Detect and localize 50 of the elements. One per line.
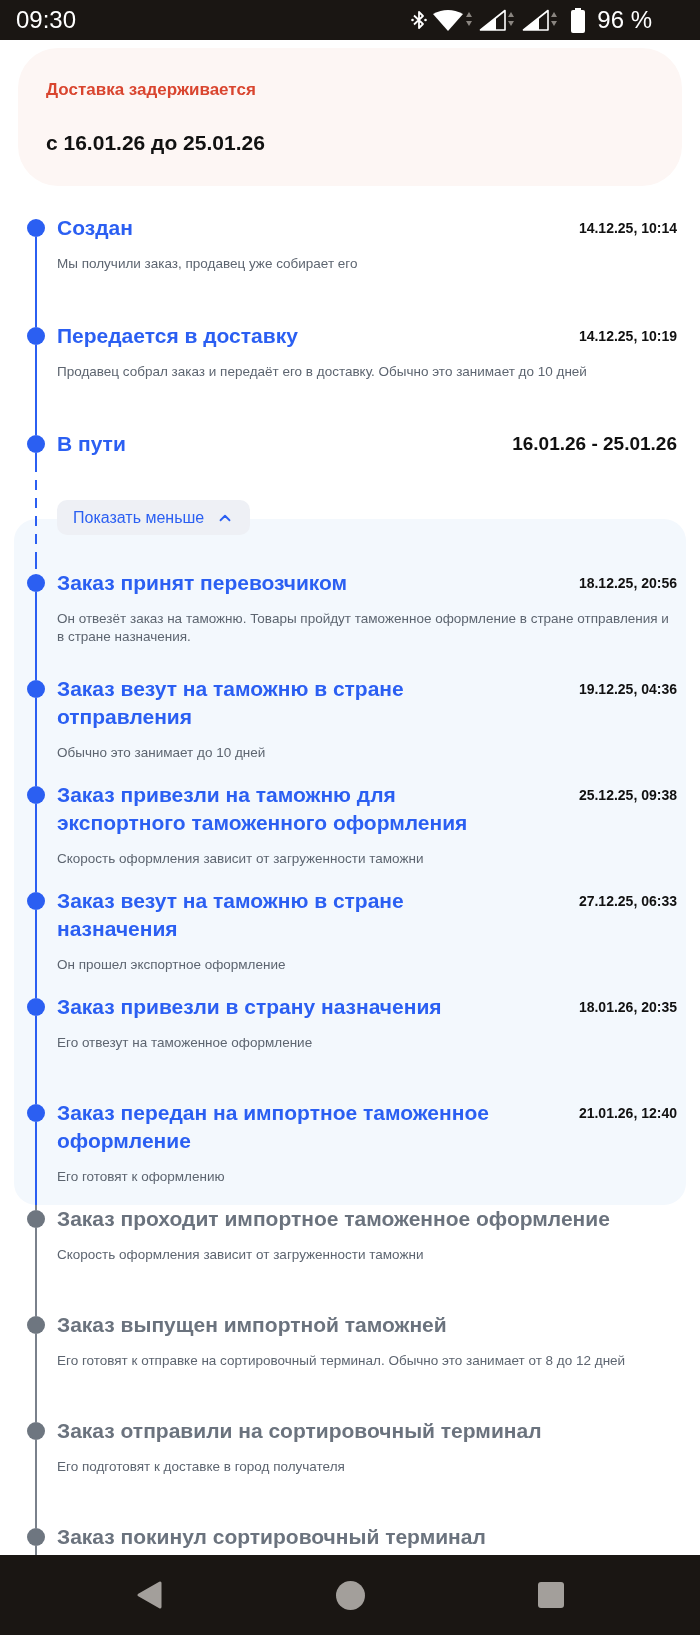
event-title: Заказ покинул сортировочный терминал [57, 1524, 486, 1550]
event-title: Заказ везут на таможню в стране отправления [57, 676, 405, 730]
event-title: Создан [57, 215, 133, 241]
event-date: 14.12.25, 10:19 [578, 327, 677, 346]
event-description: Он отвезёт заказ на таможню. Товары пройдут таможенное оформление в стране отправления и в стране назначения. [57, 610, 670, 646]
delay-notice-title: Доставка задерживается [46, 80, 257, 100]
event-description: Продавец собрал заказ и передаёт его в доставку. Обычно это занимает до 10 дней [57, 363, 588, 381]
signal-icon [522, 9, 560, 31]
event-title: Заказ проходит импортное таможенное оформление [57, 1206, 610, 1232]
event-description: Он прошел экспортное оформление [57, 956, 287, 974]
event-date: 25.12.25, 09:38 [578, 786, 677, 805]
wifi-icon [433, 9, 474, 31]
event-description: Его готовят к отправке на сортировочный терминал. Обычно это занимает от 8 до 12 дней [57, 1352, 627, 1370]
delivery-period: с 16.01.26 до 25.01.26 [46, 130, 266, 156]
event-date: 21.01.26, 12:40 [578, 1104, 677, 1123]
timeline-line [34, 553, 37, 569]
event-title: Заказ выпущен импортной таможней [57, 1312, 447, 1338]
toggle-button[interactable]: Показать меньше [57, 500, 251, 535]
event-title: В пути [57, 431, 126, 457]
event-description: Скорость оформления зависит от загруженности таможни [57, 1246, 425, 1264]
event-title: Заказ привезли на таможню для экспортного таможенного оформления [57, 782, 469, 836]
event-description: Его готовят к оформлению [57, 1168, 226, 1186]
bluetooth-icon [411, 9, 428, 31]
event-date: 27.12.25, 06:33 [578, 892, 677, 911]
event-title: Заказ привезли в страну назначения [57, 994, 442, 1020]
event-title: Заказ везут на таможню в стране назначения [57, 888, 405, 942]
battery-percentage: 96 % [597, 8, 652, 32]
event-date: 19.12.25, 04:36 [578, 680, 677, 699]
home-button[interactable] [335, 1580, 365, 1610]
event-date: 18.01.26, 20:35 [578, 998, 677, 1017]
home-circle-icon [335, 1580, 365, 1610]
event-date: 14.12.25, 10:14 [578, 219, 677, 238]
event-description: Его подготовят к доставке в город получателя [57, 1458, 346, 1476]
event-title: Заказ отправили на сортировочный терминал [57, 1418, 542, 1444]
event-title: Передается в доставку [57, 323, 298, 349]
battery-icon [571, 7, 586, 33]
event-title: Заказ передан на импортное таможенное оформление [57, 1100, 490, 1154]
event-description: Скорость оформления зависит от загруженности таможни [57, 850, 425, 868]
status-time: 09:30 [16, 8, 77, 32]
back-triangle-icon [135, 1580, 163, 1610]
recents-square-icon [538, 1582, 564, 1608]
event-description: Его отвезут на таможенное оформление [57, 1034, 314, 1052]
event-description: Обычно это занимает до 10 дней [57, 744, 267, 762]
timeline-line [34, 453, 37, 472]
back-button[interactable] [135, 1580, 163, 1610]
event-date: 16.01.26 - 25.01.26 [512, 432, 677, 456]
signal-icon [479, 9, 517, 31]
event-description: Мы получили заказ, продавец уже собирает его [57, 255, 359, 273]
event-title: Заказ принят перевозчиком [57, 570, 348, 596]
event-date: 18.12.25, 20:56 [578, 574, 677, 593]
